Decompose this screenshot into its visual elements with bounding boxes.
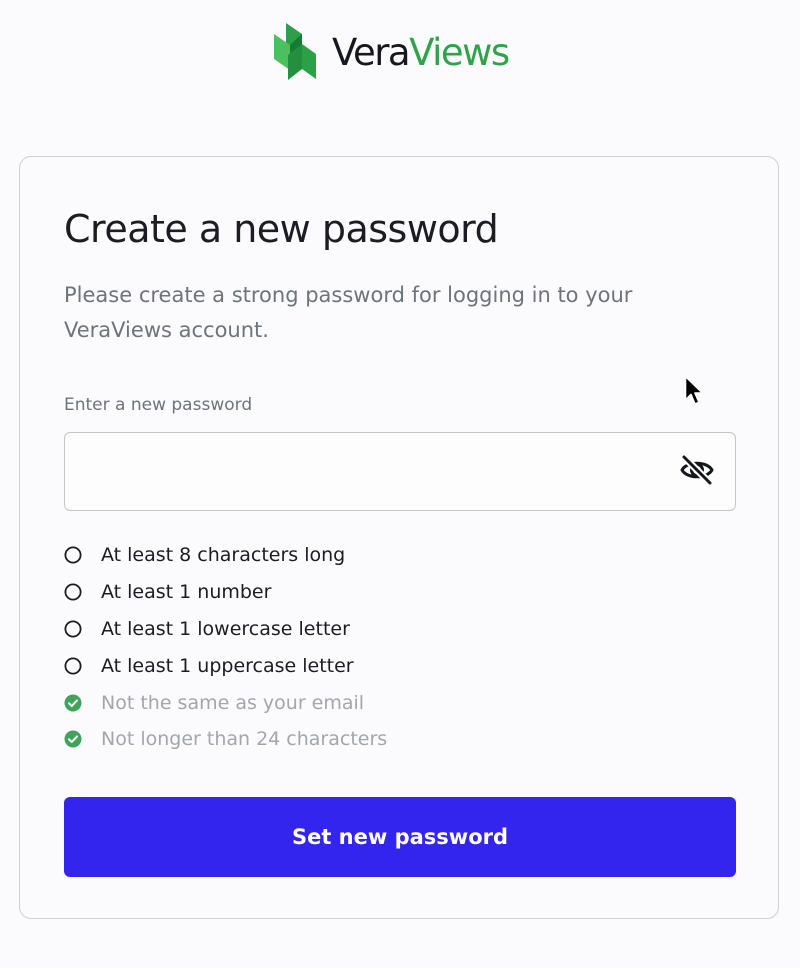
requirement-item: Not longer than 24 characters — [64, 721, 387, 758]
brand-name-part1: Vera — [332, 30, 411, 74]
requirement-item: Not the same as your email — [64, 684, 387, 721]
requirement-text: Not longer than 24 characters — [101, 728, 388, 751]
empty-circle-icon — [64, 657, 82, 675]
requirement-text: At least 8 characters long — [101, 544, 346, 567]
password-field — [64, 432, 736, 511]
toggle-password-visibility-button[interactable] — [677, 454, 717, 490]
password-input[interactable] — [79, 447, 663, 497]
brand-name-part2: Views — [409, 30, 510, 74]
requirement-item: At least 1 lowercase letter — [64, 611, 387, 648]
set-new-password-button[interactable]: Set new password — [64, 797, 736, 877]
requirement-text: At least 1 number — [101, 581, 272, 604]
requirement-text: At least 1 uppercase letter — [101, 654, 354, 677]
empty-circle-icon — [64, 583, 82, 601]
brand-name: VeraViews — [332, 30, 510, 74]
requirement-item: At least 1 number — [64, 574, 387, 611]
password-requirements-list: At least 8 characters long At least 1 nu… — [64, 537, 387, 758]
empty-circle-icon — [64, 620, 82, 638]
password-field-label: Enter a new password — [64, 395, 253, 415]
page-title: Create a new password — [64, 207, 499, 251]
eye-slash-icon — [679, 454, 715, 489]
empty-circle-icon — [64, 546, 82, 564]
new-password-card: Create a new password Please create a st… — [19, 156, 779, 919]
page-subtitle: Please create a strong password for logg… — [64, 283, 633, 342]
check-circle-icon — [64, 730, 82, 748]
veraviews-logo[interactable]: VeraViews — [272, 22, 510, 82]
requirement-item: At least 8 characters long — [64, 537, 387, 574]
requirement-item: At least 1 uppercase letter — [64, 647, 387, 684]
check-circle-icon — [64, 694, 82, 712]
requirement-text: At least 1 lowercase letter — [101, 617, 350, 640]
veraviews-logo-icon — [272, 22, 318, 82]
requirement-text: Not the same as your email — [101, 691, 365, 714]
page-header: VeraViews — [0, 0, 800, 100]
